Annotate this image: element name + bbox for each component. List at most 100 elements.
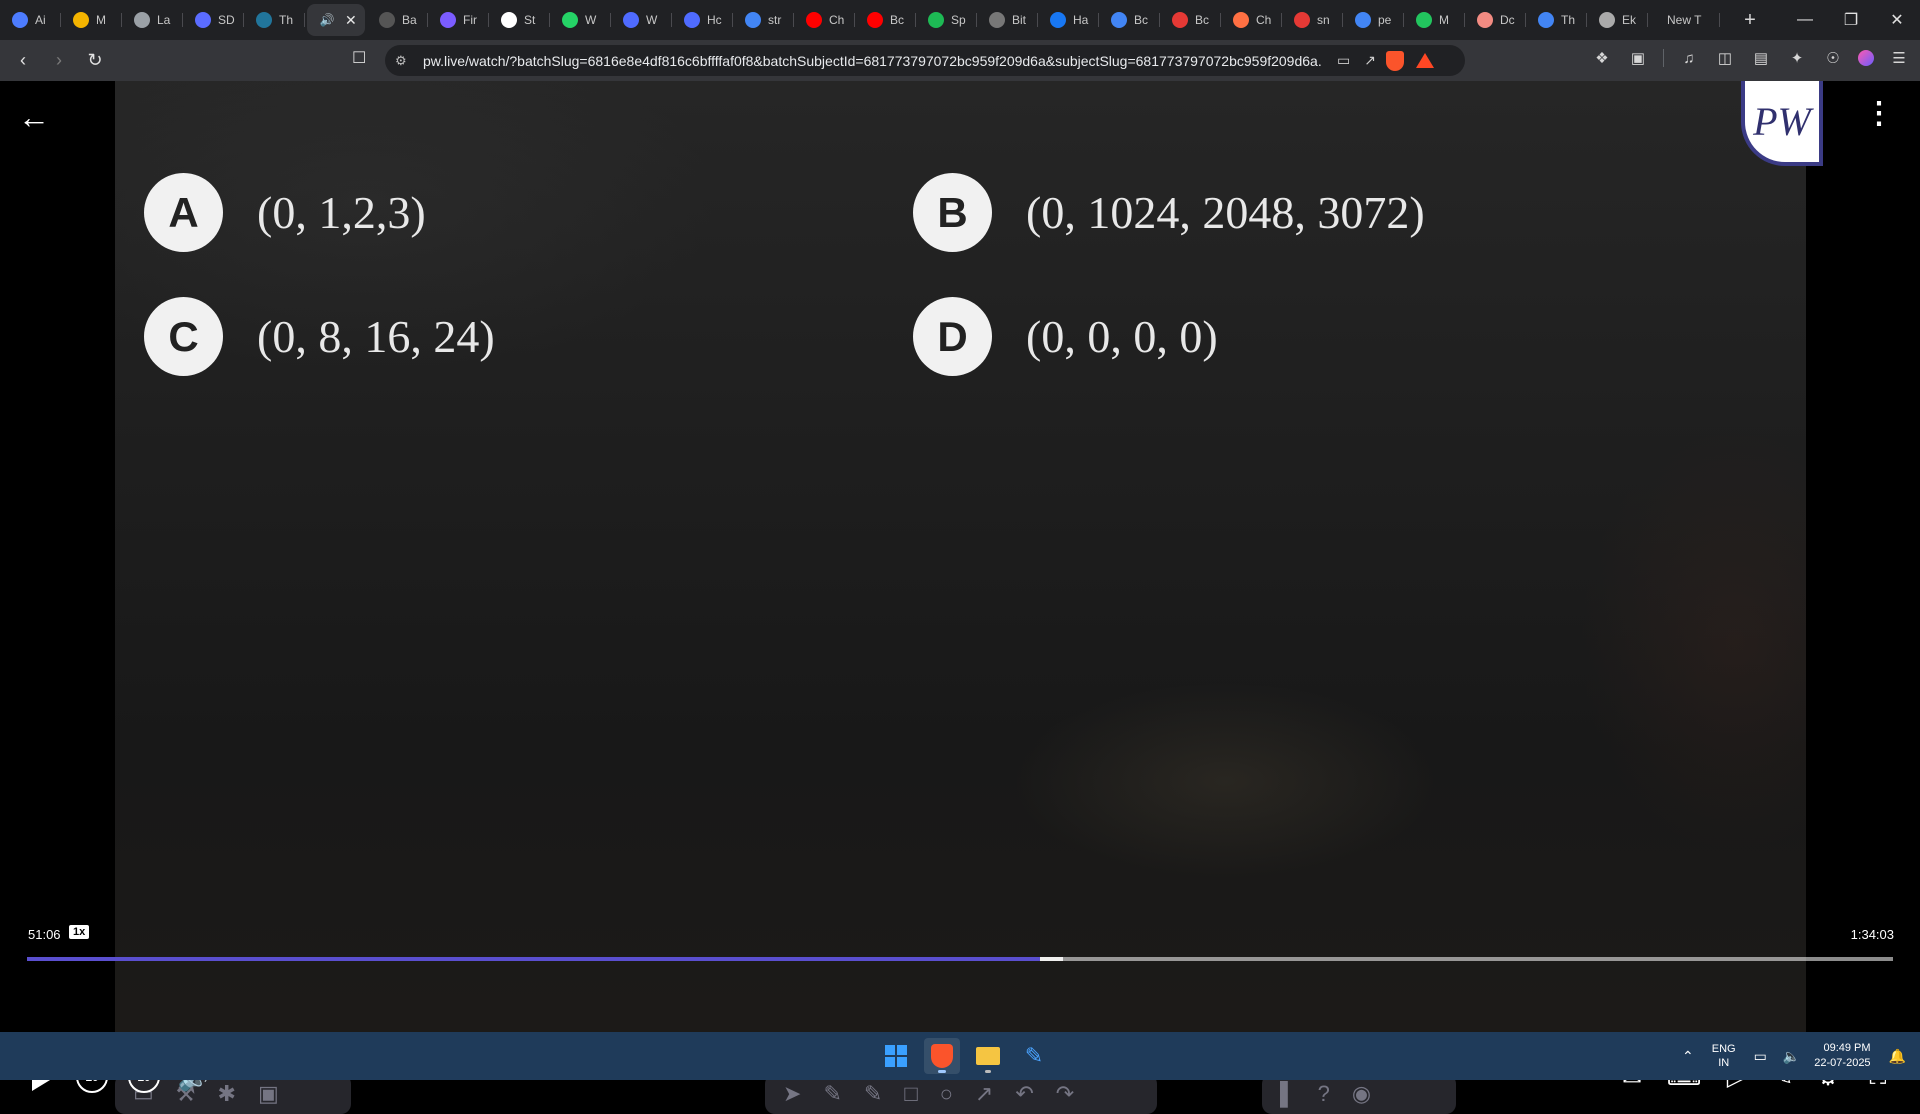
site-settings-icon[interactable]: ⚙ [395,53,411,69]
whiteboard-toolbar-right: ▌ ? ◉ [1262,1074,1456,1114]
start-button[interactable] [878,1038,914,1074]
share-icon[interactable]: ↗ [1364,52,1376,69]
pw-logo: PW [1741,81,1823,166]
vpn-icon[interactable]: ☉ [1822,47,1844,69]
tab[interactable]: Dc [1465,4,1526,36]
option-letter: B [913,173,992,252]
reload-button[interactable]: ↻ [82,48,108,74]
tab[interactable]: Th [1526,4,1587,36]
more-options-icon[interactable]: ⋮ [1864,99,1894,129]
tab-title: SD [218,13,235,27]
network-icon[interactable]: ▭ [1754,1048,1767,1065]
played-range [27,957,1041,961]
tab-active[interactable]: 🔊 ✕ [307,4,365,36]
tab-title: Bc [1134,13,1149,27]
close-tab-icon[interactable]: ✕ [345,12,357,29]
tab[interactable]: W [611,4,672,36]
clock[interactable]: 09:49 PM 22-07-2025 [1814,1041,1870,1071]
google-icon [1111,12,1127,28]
tab[interactable]: Ch [794,4,855,36]
clock-date: 22-07-2025 [1814,1057,1871,1069]
close-window-button[interactable]: ✕ [1874,0,1920,40]
url-text[interactable]: pw.live/watch/?batchSlug=6816e8e4df816c6… [423,53,1323,69]
tab[interactable]: sn [1282,4,1343,36]
tab[interactable]: Bc [855,4,916,36]
current-time: 51:06 [28,927,61,942]
video-frame[interactable]: PW A (0, 1,2,3) B (0, 1024, 2048, 3072) … [115,81,1823,1114]
playback-speed-badge[interactable]: 1x [69,925,90,939]
speaker-icon[interactable]: 🔈 [1783,1048,1800,1065]
tab[interactable]: M [1404,4,1465,36]
forward-nav-button[interactable]: › [46,48,72,74]
undo-icon: ↶ [1015,1081,1034,1106]
whatsapp-icon [562,12,578,28]
tab[interactable]: Ha [1038,4,1099,36]
screenshot-icon[interactable]: ▣ [1627,47,1649,69]
folder-icon [976,1047,1000,1065]
option-text: (0, 1,2,3) [257,187,426,238]
tab[interactable]: Ek [1587,4,1648,36]
tab[interactable]: La [122,4,183,36]
address-bar[interactable]: ⚙ pw.live/watch/?batchSlug=6816e8e4df816… [385,45,1465,76]
progress-bar[interactable] [27,957,1893,961]
video-player[interactable]: PW A (0, 1,2,3) B (0, 1024, 2048, 3072) … [0,81,1920,1114]
restore-button[interactable]: ❐ [1828,0,1874,40]
tab[interactable]: M [61,4,122,36]
system-tray: ⌃ ENG IN ▭ 🔈 09:49 PM 22-07-2025 🔔 [1674,1032,1920,1080]
tab-title: Ha [1073,13,1089,27]
pencil-icon: ✎ [823,1081,842,1106]
tab[interactable]: Hc [672,4,733,36]
tab-title: Ch [829,13,845,27]
tab[interactable]: Ch [1221,4,1282,36]
tab[interactable]: Bc [1160,4,1221,36]
sidebar-icon[interactable]: ◫ [1714,47,1736,69]
brave-taskbar-button[interactable] [924,1038,960,1074]
tab[interactable]: Fir [428,4,489,36]
notification-bell-icon[interactable]: 🔔 [1889,1048,1906,1065]
taskbar-apps: ✎ [878,1038,1052,1074]
tab-title: St [524,13,536,27]
toolbar-divider [1663,49,1664,67]
language-indicator[interactable]: ENG IN [1712,1042,1736,1070]
running-indicator [938,1070,946,1073]
menu-icon[interactable]: ☰ [1888,47,1910,69]
brave-rewards-icon[interactable] [1415,53,1434,68]
pen-app-taskbar-button[interactable]: ✎ [1016,1038,1052,1074]
tab[interactable]: Bc [1099,4,1160,36]
chevron-up-icon[interactable]: ⌃ [1682,1048,1694,1065]
leo-ai-icon[interactable]: ✦ [1786,47,1808,69]
profile-avatar-icon[interactable] [1858,50,1874,66]
tab[interactable]: Ba [367,4,428,36]
tab[interactable]: Bit [977,4,1038,36]
tab[interactable]: SD [183,4,244,36]
region-code: IN [1718,1057,1730,1069]
file-explorer-taskbar-button[interactable] [970,1038,1006,1074]
tab[interactable]: str [733,4,794,36]
minimize-button[interactable]: — [1782,0,1828,40]
tab-title: Th [1561,13,1576,27]
tab[interactable]: St [489,4,550,36]
tab[interactable]: W [550,4,611,36]
new-tab-button[interactable]: + [1738,9,1762,32]
tab[interactable]: Ai [0,4,61,36]
ring-icon [1416,12,1432,28]
bookmark-icon[interactable]: ☐ [352,48,366,68]
clock-time: 09:49 PM [1823,1042,1871,1054]
tab[interactable]: pe [1343,4,1404,36]
back-arrow-icon[interactable]: ← [18,99,50,136]
back-nav-button[interactable]: ‹ [10,48,36,74]
extensions-icon[interactable]: ❖ [1591,47,1613,69]
tab[interactable]: Th [244,4,305,36]
tab-title: Hc [707,13,722,27]
tab-title: Th [279,13,294,27]
brave-shield-icon[interactable] [1385,50,1404,71]
music-icon[interactable]: ♫ [1678,47,1700,69]
option-text: (0, 1024, 2048, 3072) [1026,187,1425,238]
cast-icon[interactable]: ▭ [1337,52,1350,69]
tab[interactable]: New T [1648,4,1720,36]
wallet-icon[interactable]: ▤ [1750,47,1772,69]
tab[interactable]: Sp [916,4,977,36]
option-letter: D [913,297,992,376]
tab-title: Bc [1195,13,1210,27]
shield-blue-icon [684,12,700,28]
